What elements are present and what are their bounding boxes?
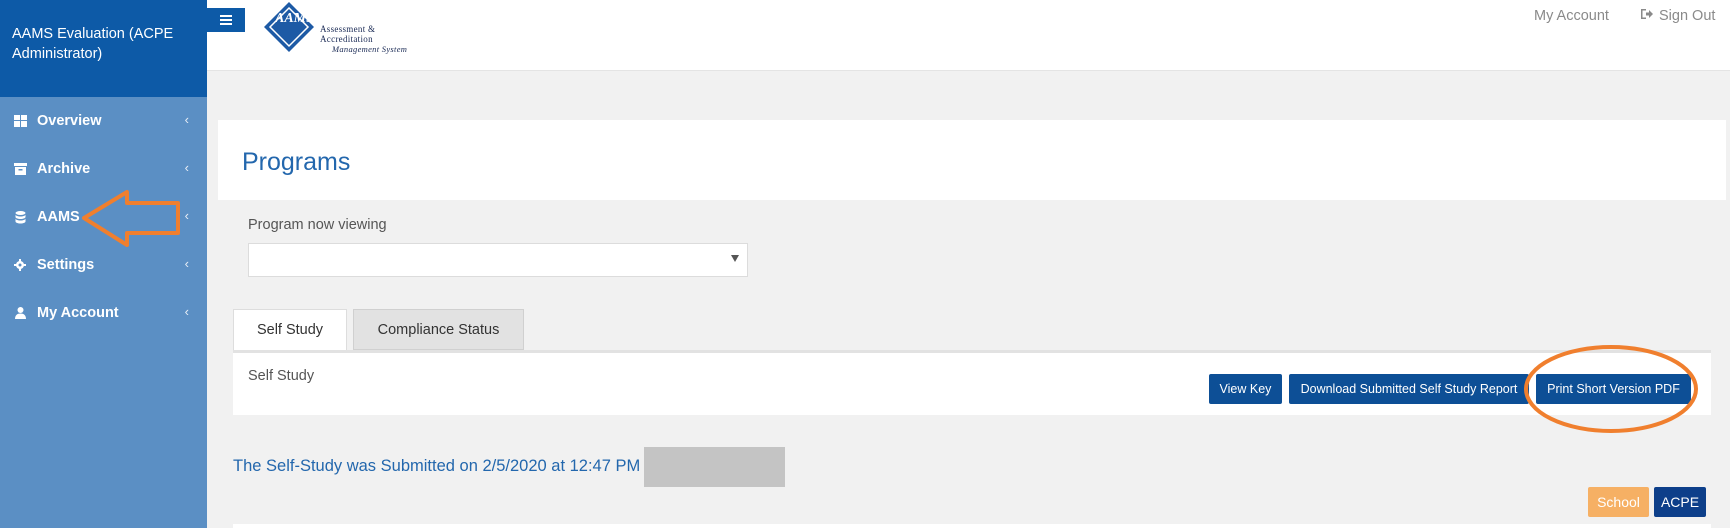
sidebar-item-my-account[interactable]: My Account ‹: [0, 289, 207, 337]
hamburger-icon: [220, 15, 232, 17]
logo-line-3: Management System: [332, 44, 408, 54]
sidebar-item-label: Overview: [37, 113, 102, 129]
self-study-title: Self Study: [248, 368, 315, 384]
chevron-left-icon: ‹: [184, 160, 189, 175]
sidebar-item-aams[interactable]: AAMS ‹: [0, 193, 207, 241]
sidebar-item-overview[interactable]: Overview ‹: [0, 97, 207, 145]
download-report-button[interactable]: Download Submitted Self Study Report: [1289, 374, 1529, 404]
programs-panel: Programs: [218, 120, 1726, 200]
tab-self-study[interactable]: Self Study: [233, 309, 347, 350]
user-icon: [12, 305, 28, 321]
content-panel-edge: [233, 524, 1711, 528]
page-title: Programs: [242, 148, 351, 176]
view-key-button[interactable]: View Key: [1209, 374, 1282, 404]
sidebar-item-settings[interactable]: Settings ‹: [0, 241, 207, 289]
tab-compliance-status[interactable]: Compliance Status: [353, 309, 524, 350]
my-account-link[interactable]: My Account: [1534, 8, 1609, 24]
program-select-label: Program now viewing: [248, 217, 387, 233]
redacted-block: [644, 447, 785, 487]
logo-mark-icon: AAMS: [264, 2, 314, 52]
logo-wordmark: Assessment & Accreditation Management Sy…: [320, 24, 407, 54]
sign-out-label: Sign Out: [1659, 8, 1716, 24]
sidebar: AAMS Evaluation (ACPE Administrator) Ove…: [0, 0, 207, 528]
program-select[interactable]: [248, 243, 748, 277]
dashboard-icon: [12, 113, 28, 129]
sidebar-item-archive[interactable]: Archive ‹: [0, 145, 207, 193]
sidebar-item-label: Settings: [37, 257, 95, 273]
submission-status-text: The Self-Study was Submitted on 2/5/2020…: [233, 457, 641, 475]
aams-logo[interactable]: AAMS Assessment & Accreditation Manageme…: [259, 0, 409, 58]
sidebar-item-label: AAMS: [37, 209, 80, 225]
sidebar-nav: Overview ‹ Archive ‹ AAMS ‹ Settings ‹ M…: [0, 97, 207, 337]
menu-toggle-button[interactable]: [207, 8, 245, 32]
archive-icon: [12, 161, 28, 177]
sidebar-app-title: AAMS Evaluation (ACPE Administrator): [0, 0, 207, 97]
chevron-left-icon: ‹: [184, 256, 189, 271]
print-short-pdf-button[interactable]: Print Short Version PDF: [1536, 374, 1691, 404]
sidebar-item-label: My Account: [37, 305, 119, 321]
acpe-badge[interactable]: ACPE: [1654, 487, 1706, 517]
my-account-label: My Account: [1534, 8, 1609, 24]
chevron-left-icon: ‹: [184, 112, 189, 127]
chevron-left-icon: ‹: [184, 208, 189, 223]
chevron-left-icon: ‹: [184, 304, 189, 319]
school-badge[interactable]: School: [1588, 487, 1649, 517]
logo-mark-text: AAMS: [274, 11, 314, 26]
sign-out-link[interactable]: Sign Out: [1640, 8, 1715, 24]
caret-down-icon: [731, 255, 739, 262]
logo-line-2: Accreditation: [320, 34, 373, 44]
gear-icon: [12, 257, 28, 273]
sign-out-icon: [1640, 8, 1653, 24]
top-header: AAMS Assessment & Accreditation Manageme…: [207, 0, 1730, 71]
logo-line-1: Assessment &: [320, 24, 376, 34]
database-icon: [12, 209, 28, 225]
sidebar-item-label: Archive: [37, 161, 91, 177]
